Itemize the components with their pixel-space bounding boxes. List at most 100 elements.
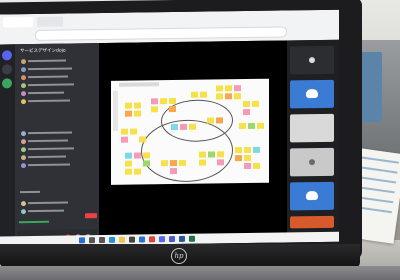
browser-toolbar [0,9,339,45]
sticky-note [216,117,223,124]
sticky-note [239,123,246,130]
sticky-note [125,160,132,167]
sticky-note [253,162,260,169]
screen-share-stage[interactable] [99,40,287,246]
participant-column [287,39,339,243]
sticky-note [217,151,224,158]
voice-member[interactable] [21,145,74,152]
channel-category[interactable] [20,190,40,194]
voice-member[interactable] [21,200,68,207]
mail-icon[interactable] [139,236,145,243]
browser-tab[interactable] [37,16,63,27]
explorer-icon[interactable] [119,236,125,243]
live-badge [85,213,97,219]
sticky-note [160,98,167,105]
voice-member[interactable] [21,208,64,215]
add-server-icon[interactable] [2,78,12,89]
sticky-note [200,91,207,98]
sticky-note [199,159,206,166]
voice-member[interactable] [21,161,70,168]
sticky-note [235,147,242,154]
participant-tile[interactable] [290,45,334,75]
sticky-note [234,93,241,100]
address-bar[interactable] [35,26,287,41]
voice-connected-status [19,220,49,224]
search-icon[interactable] [89,237,95,244]
sticky-note [169,106,176,113]
voice-member[interactable] [21,81,74,88]
voice-member[interactable] [21,129,72,136]
sticky-note [234,85,241,92]
sticky-note [151,98,158,105]
sticky-note [217,159,224,166]
sticky-note [225,93,232,100]
excel-icon[interactable] [189,235,195,242]
laptop-screen: サービスデザインdojo [0,9,339,247]
sticky-note [235,155,242,162]
sticky-note [171,123,178,131]
sticky-note [207,117,214,124]
word-icon[interactable] [179,235,185,242]
sticky-note [139,136,146,143]
chrome-icon[interactable] [149,236,155,243]
voice-member[interactable] [21,97,70,104]
sticky-note [225,85,232,92]
sticky-note [208,151,215,158]
sticky-note [151,106,158,113]
discord-logo-icon [306,191,318,201]
shelf-binder [360,52,382,122]
shared-whiteboard [111,78,269,185]
discord-logo-icon [306,89,318,99]
sticky-note [134,102,141,109]
sticky-note [189,123,196,130]
browser-tab[interactable] [3,16,33,28]
voice-member[interactable] [21,154,66,161]
server-icon[interactable] [2,64,12,75]
sticky-note [125,168,132,175]
sticky-note [216,85,223,92]
edge-icon[interactable] [109,236,115,243]
sticky-note [169,98,176,105]
participant-tile[interactable] [290,113,334,143]
server-name[interactable]: サービスデザインdojo [20,48,66,55]
camera-avatar-icon [309,57,315,64]
photo-scene: サービスデザインdojo hp [0,0,400,280]
store-icon[interactable] [129,236,135,243]
sticky-note [248,122,255,129]
participant-tile[interactable] [290,79,334,109]
sticky-note [143,152,150,159]
voice-member[interactable] [21,90,64,97]
teams-icon[interactable] [169,236,175,243]
voice-member[interactable] [21,58,66,65]
sticky-note [134,168,141,175]
voice-member[interactable] [21,65,72,72]
sticky-note [125,110,132,117]
sticky-note [180,123,187,130]
sticky-note [130,128,137,135]
discord-icon[interactable] [159,236,165,243]
sticky-note [244,162,251,170]
sticky-note [161,160,168,167]
sticky-note [121,136,128,143]
sticky-note [253,146,260,153]
voice-member[interactable] [21,138,68,145]
participant-tile[interactable] [290,147,334,177]
sticky-note [170,159,177,167]
voice-member[interactable] [21,74,68,81]
board-toolbar [119,82,159,87]
sticky-note [125,102,132,109]
start-icon[interactable] [79,237,85,244]
discord-logo-icon[interactable] [2,50,12,61]
hp-logo-icon: hp [171,248,187,264]
sticky-note [243,100,250,108]
sticky-note [125,152,132,159]
sticky-note [199,151,206,158]
sticky-note [170,167,177,175]
participant-tile[interactable] [290,215,334,229]
sticky-note [134,110,141,117]
laptop-lid: サービスデザインdojo [0,0,362,265]
participant-tile[interactable] [290,181,334,211]
taskview-icon[interactable] [99,236,105,244]
sticky-note [244,146,251,154]
server-rail [0,44,15,247]
